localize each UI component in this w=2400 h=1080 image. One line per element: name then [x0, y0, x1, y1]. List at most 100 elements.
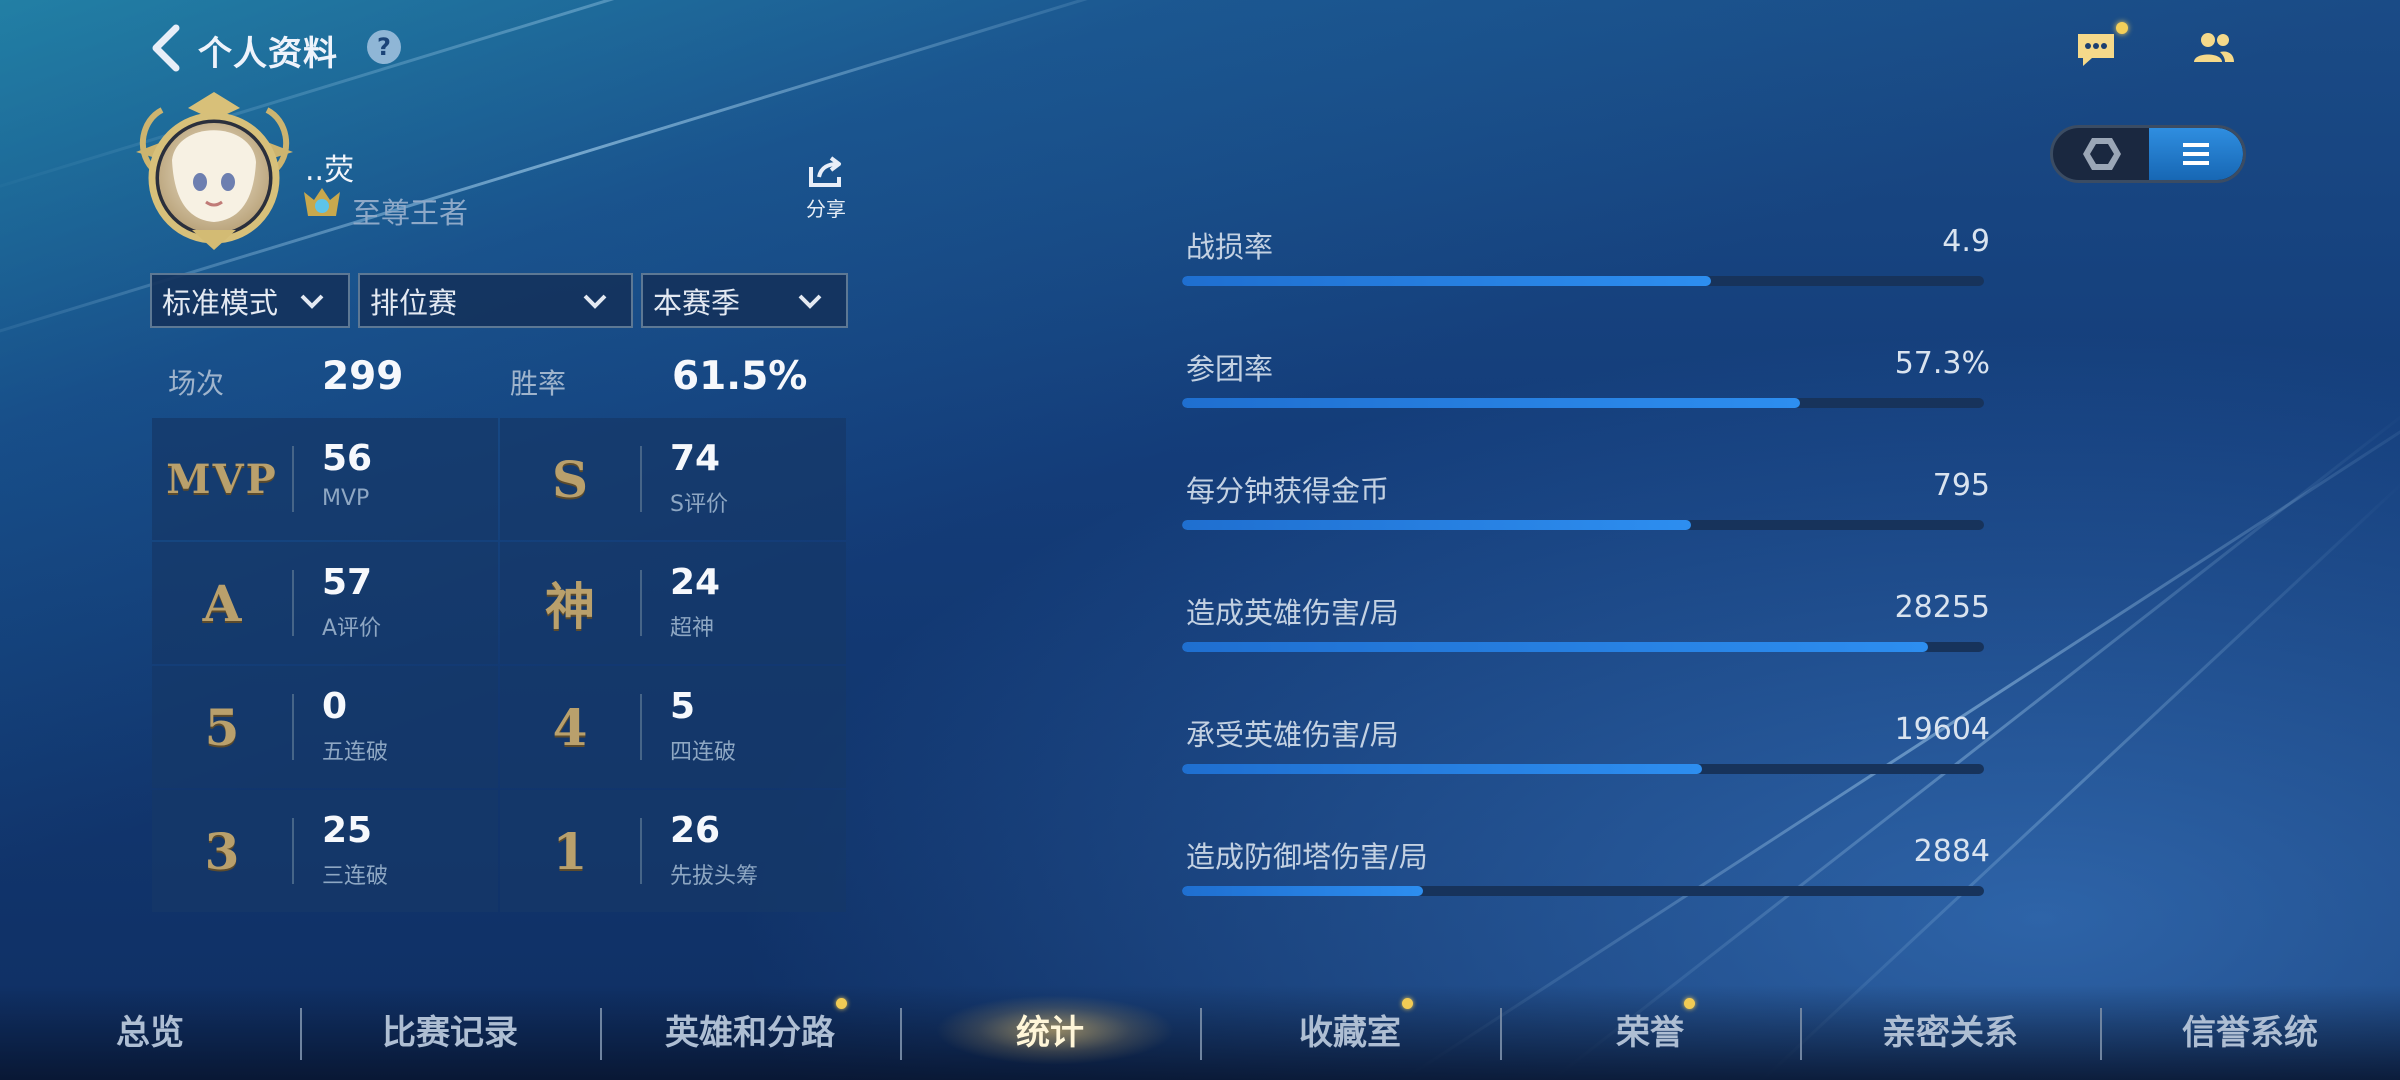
stat-value: 57	[322, 562, 373, 603]
godlike-badge: 神	[545, 577, 595, 636]
metric-bar-fill	[1182, 520, 1692, 530]
stat-value: 74	[670, 438, 721, 479]
stat-cell-godlike: 神 24 超神	[500, 542, 846, 664]
metric-bar	[1182, 520, 1984, 530]
s-badge: S	[551, 449, 589, 509]
stat-label: 先拔头筹	[670, 864, 759, 889]
metric-bar	[1182, 886, 1984, 896]
season-dropdown[interactable]: 本赛季	[641, 273, 848, 328]
rank-icon	[304, 188, 340, 216]
first-blood-badge: 1	[552, 821, 588, 881]
metric-row: 造成防御塔伤害/局 2884	[1182, 834, 1990, 896]
metric-label: 造成防御塔伤害/局	[1186, 840, 1428, 874]
stat-label: MVP	[322, 486, 370, 511]
match-type-dropdown-value: 排位赛	[370, 285, 458, 320]
stat-label: 五连破	[322, 740, 389, 765]
friends-icon[interactable]	[2192, 30, 2236, 66]
metric-row: 每分钟获得金币 795	[1182, 468, 1990, 530]
share-button[interactable]: 分享	[800, 155, 852, 222]
penta-badge: 5	[204, 697, 240, 757]
avatar[interactable]	[132, 90, 297, 260]
tab-overview[interactable]: 总览	[0, 1005, 300, 1054]
metric-label: 每分钟获得金币	[1186, 474, 1390, 508]
metric-row: 参团率 57.3%	[1182, 346, 1990, 408]
stat-value: 5	[670, 686, 696, 727]
metric-bar-fill	[1182, 886, 1423, 896]
tab-statistics[interactable]: 统计	[900, 1005, 1200, 1054]
season-dropdown-value: 本赛季	[653, 285, 741, 320]
notification-dot	[836, 998, 847, 1009]
quadra-badge: 4	[552, 697, 588, 757]
winrate-value: 61.5%	[672, 354, 808, 399]
stat-cell-triple: 3 25 三连破	[152, 790, 498, 912]
winrate-label: 胜率	[510, 367, 567, 400]
a-badge: A	[202, 573, 242, 633]
view-toggle[interactable]	[2050, 125, 2246, 183]
stat-cell-s: S 74 S评价	[500, 418, 846, 540]
metric-label: 战损率	[1186, 230, 1274, 264]
share-icon	[809, 156, 841, 187]
tab-heroes-lanes[interactable]: 英雄和分路	[600, 1005, 900, 1054]
tab-relationships[interactable]: 亲密关系	[1800, 1005, 2100, 1054]
stat-label: 三连破	[322, 864, 389, 889]
stat-label: 四连破	[670, 740, 737, 765]
metric-value: 4.9	[1942, 224, 1990, 259]
match-type-dropdown[interactable]: 排位赛	[358, 273, 633, 328]
notification-dot	[1684, 998, 1695, 1009]
tab-honor[interactable]: 荣誉	[1500, 1005, 1800, 1054]
nickname: ..荧	[305, 153, 355, 188]
stat-label: S评价	[670, 492, 728, 517]
tab-collection[interactable]: 收藏室	[1200, 1005, 1500, 1054]
metric-row: 承受英雄伤害/局 19604	[1182, 712, 1990, 774]
metric-value: 2884	[1913, 834, 1990, 869]
stat-value: 0	[322, 686, 348, 727]
metric-label: 承受英雄伤害/局	[1186, 718, 1399, 752]
metric-value: 19604	[1894, 712, 1990, 747]
tab-match-history[interactable]: 比赛记录	[300, 1005, 600, 1054]
mvp-badge: MVP	[166, 455, 278, 503]
hexagon-view-button[interactable]	[2053, 128, 2150, 180]
mode-dropdown-value: 标准模式	[162, 285, 279, 320]
metric-bar	[1182, 642, 1984, 652]
tab-credit-system[interactable]: 信誉系统	[2100, 1005, 2400, 1054]
metric-row: 战损率 4.9	[1182, 224, 1990, 286]
metric-bar	[1182, 398, 1984, 408]
notification-dot	[2116, 22, 2128, 34]
chat-icon[interactable]	[2074, 30, 2118, 70]
triple-badge: 3	[204, 821, 240, 881]
metric-row: 造成英雄伤害/局 28255	[1182, 590, 1990, 652]
rank-name: 至尊王者	[352, 196, 469, 230]
back-button[interactable]	[148, 22, 182, 74]
stats-grid: MVP 56 MVP S 74 S评价 A 57 A评价 神 24 超神 5 0…	[152, 418, 846, 912]
stat-label: 超神	[670, 616, 715, 641]
hexagon-icon	[2082, 138, 2121, 170]
list-view-button[interactable]	[2149, 128, 2243, 180]
stat-cell-first-blood: 1 26 先拔头筹	[500, 790, 846, 912]
stat-cell-quadra: 4 5 四连破	[500, 666, 846, 788]
stat-cell-a: A 57 A评价	[152, 542, 498, 664]
notification-dot	[1402, 998, 1413, 1009]
matches-value: 299	[322, 354, 404, 399]
page-title: 个人资料	[198, 34, 338, 74]
metric-bar-fill	[1182, 398, 1800, 408]
matches-label: 场次	[168, 367, 225, 400]
mode-dropdown[interactable]: 标准模式	[150, 273, 350, 328]
question-icon[interactable]: ?	[367, 30, 401, 64]
metric-label: 参团率	[1186, 352, 1274, 386]
list-icon	[2183, 143, 2209, 165]
chevron-down-icon	[583, 294, 607, 309]
stat-value: 24	[670, 562, 721, 603]
metric-label: 造成英雄伤害/局	[1186, 596, 1399, 630]
metric-bar	[1182, 276, 1984, 286]
stat-value: 26	[670, 810, 721, 851]
chevron-left-icon	[152, 24, 180, 72]
share-label: 分享	[806, 197, 846, 221]
metric-value: 795	[1932, 468, 1990, 503]
stat-value: 56	[322, 438, 373, 479]
metric-bar-fill	[1182, 276, 1712, 286]
stat-cell-mvp: MVP 56 MVP	[152, 418, 498, 540]
stat-label: A评价	[322, 616, 382, 641]
metric-value: 28255	[1894, 590, 1990, 625]
metric-value: 57.3%	[1894, 346, 1990, 381]
chevron-down-icon	[798, 294, 822, 309]
